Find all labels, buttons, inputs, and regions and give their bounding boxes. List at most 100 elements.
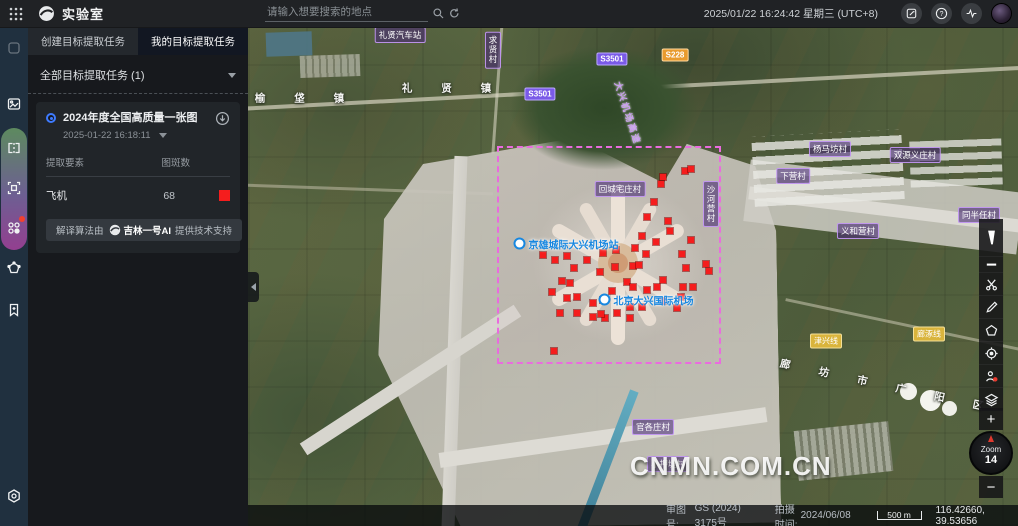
credit-prefix: 解译算法由: [56, 223, 104, 237]
aircraft-detection[interactable]: [654, 284, 660, 290]
aircraft-detection[interactable]: [627, 315, 633, 321]
aircraft-detection[interactable]: [680, 284, 686, 290]
swipe-bar-icon[interactable]: [979, 257, 1003, 273]
compass-zoom-indicator[interactable]: Zoom 14: [969, 431, 1013, 475]
polygon-draw-icon[interactable]: [4, 258, 24, 278]
task-filter-dropdown[interactable]: 全部目标提取任务 (1): [28, 55, 248, 93]
aircraft-detection[interactable]: [688, 166, 694, 172]
aircraft-detection[interactable]: [574, 294, 580, 300]
col-element: 提取要素: [46, 155, 84, 169]
map-toolbar: [979, 219, 1003, 411]
aircraft-detection[interactable]: [598, 311, 604, 317]
map-label: 双源义庄村: [890, 147, 941, 163]
locate-target-icon[interactable]: [979, 342, 1003, 365]
swipe-wedge-icon[interactable]: [979, 219, 1003, 257]
aircraft-detection[interactable]: [660, 174, 666, 180]
person-location-icon[interactable]: [979, 365, 1003, 388]
aircraft-detection[interactable]: [653, 239, 659, 245]
aircraft-detection[interactable]: [632, 245, 638, 251]
search-icon[interactable]: [432, 7, 445, 20]
crop-frame-icon[interactable]: [4, 178, 24, 198]
aircraft-detection[interactable]: [540, 252, 546, 258]
aircraft-detection[interactable]: [658, 181, 664, 187]
aoi-rectangle[interactable]: [497, 146, 721, 364]
divider: [28, 93, 248, 94]
aircraft-detection[interactable]: [567, 280, 573, 286]
aircraft-detection[interactable]: [597, 269, 603, 275]
aircraft-detection[interactable]: [644, 214, 650, 220]
aircraft-detection[interactable]: [552, 257, 558, 263]
aircraft-detection[interactable]: [683, 265, 689, 271]
image-panel-icon[interactable]: [4, 94, 24, 114]
avatar[interactable]: [991, 3, 1012, 24]
aircraft-detection[interactable]: [665, 218, 671, 224]
zoom-in-button[interactable]: +: [979, 408, 1003, 430]
aircraft-detection[interactable]: [690, 284, 696, 290]
note-icon[interactable]: [901, 3, 922, 24]
task-time: 2025-01-22 16:18:11: [63, 130, 151, 141]
left-rail: [0, 28, 28, 526]
zoom-label: Zoom: [981, 445, 1001, 454]
map-canvas[interactable]: S3501S3501S228礼贤汽车站求贤村回城宅庄村沙河营村杨马坊村双源义庄村…: [248, 28, 1018, 526]
apps-launcher-icon[interactable]: [8, 6, 24, 22]
aircraft-detection[interactable]: [557, 310, 563, 316]
aircraft-detection[interactable]: [559, 278, 565, 284]
brand-logo-icon: [38, 5, 55, 22]
home-icon[interactable]: [4, 38, 24, 58]
compare-split-icon[interactable]: [4, 138, 24, 158]
aircraft-detection[interactable]: [584, 257, 590, 263]
col-count: 图斑数: [161, 155, 190, 169]
aircraft-detection[interactable]: [614, 310, 620, 316]
bookmark-add-icon[interactable]: [4, 300, 24, 320]
credit-brand: 吉林一号AI: [124, 223, 172, 237]
polygon-select-icon[interactable]: [979, 319, 1003, 342]
algorithm-credit-button[interactable]: 解译算法由 吉林一号AI 提供技术支持: [46, 219, 242, 241]
capture-time-value: 2024/06/08: [801, 510, 851, 521]
activity-icon[interactable]: [961, 3, 982, 24]
aircraft-detection[interactable]: [612, 264, 618, 270]
tab-my-tasks[interactable]: 我的目标提取任务: [138, 28, 248, 55]
aircraft-detection[interactable]: [639, 233, 645, 239]
aircraft-detection[interactable]: [571, 265, 577, 271]
panel-collapse-handle[interactable]: [248, 272, 259, 302]
help-icon[interactable]: ?: [931, 3, 952, 24]
settings-gear-icon[interactable]: [4, 486, 24, 506]
tab-create-task[interactable]: 创建目标提取任务: [28, 28, 138, 55]
aircraft-detection[interactable]: [667, 228, 673, 234]
aircraft-detection[interactable]: [651, 199, 657, 205]
datetime-label: 2025/01/22 16:24:42 星期三 (UTC+8): [704, 6, 878, 21]
draw-pencil-icon[interactable]: [979, 296, 1003, 319]
town-patch: [300, 54, 361, 78]
aircraft-detection[interactable]: [706, 268, 712, 274]
task-card[interactable]: 2024年度全国高质量一张图 2025-01-22 16:18:11 提取要素 …: [36, 102, 240, 253]
chevron-left-icon: [251, 283, 256, 291]
topbar-right: 2025/01/22 16:24:42 星期三 (UTC+8) ?: [704, 3, 1012, 24]
task-time-dropdown[interactable]: 2025-01-22 16:18:11: [63, 130, 230, 141]
aircraft-detection[interactable]: [574, 310, 580, 316]
aircraft-detection[interactable]: [643, 251, 649, 257]
aircraft-detection[interactable]: [679, 251, 685, 257]
aircraft-detection[interactable]: [688, 237, 694, 243]
aircraft-detection[interactable]: [590, 314, 596, 320]
aircraft-detection[interactable]: [549, 289, 555, 295]
task-radio[interactable]: [46, 113, 56, 123]
zoom-out-button[interactable]: −: [979, 476, 1003, 498]
aircraft-detection[interactable]: [660, 277, 666, 283]
apps-grid-icon[interactable]: [4, 218, 24, 238]
map-label: 津兴线: [810, 334, 842, 349]
chevron-down-icon: [159, 133, 167, 138]
aircraft-detection[interactable]: [564, 295, 570, 301]
aircraft-detection[interactable]: [590, 300, 596, 306]
app-title: 实验室: [62, 4, 104, 23]
aircraft-detection[interactable]: [630, 284, 636, 290]
aircraft-detection[interactable]: [636, 262, 642, 268]
download-icon[interactable]: [215, 111, 230, 126]
clip-scissors-icon[interactable]: [979, 273, 1003, 296]
aircraft-detection[interactable]: [551, 348, 557, 354]
map-approval-number: GS (2024) 3175号: [695, 503, 759, 526]
aircraft-detection[interactable]: [564, 253, 570, 259]
aircraft-detection[interactable]: [703, 261, 709, 267]
search-input[interactable]: [265, 4, 428, 22]
chevron-down-icon: [228, 73, 236, 78]
refresh-icon[interactable]: [448, 7, 461, 20]
